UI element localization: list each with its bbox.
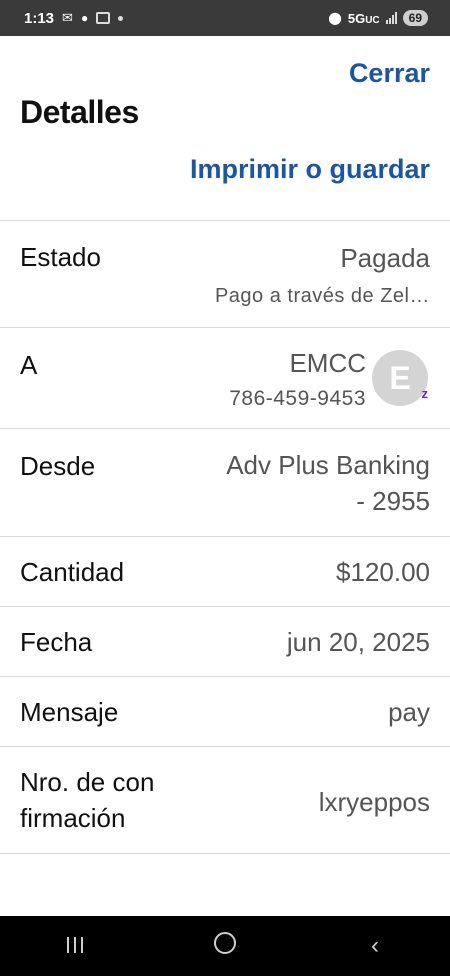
location-icon: ⬤ <box>328 11 342 25</box>
desde-value-line1: Adv Plus Banking <box>226 450 430 480</box>
fecha-label: Fecha <box>20 627 93 657</box>
desde-value-line2: - 2955 <box>356 486 430 516</box>
close-button[interactable]: Cerrar <box>349 58 430 89</box>
status-left: 1:13 ✉ ● <box>24 9 124 27</box>
status-bar: 1:13 ✉ ● ⬤ 5GUC 69 <box>0 0 450 36</box>
confirmacion-label-line1: Nro. de con <box>20 767 155 797</box>
network-indicator: 5GUC <box>348 11 380 26</box>
back-icon: ‹ <box>371 932 379 959</box>
detail-row-estado: Estado Pagada Pago a través de Zel… <box>0 220 450 327</box>
detail-row-desde: Desde Adv Plus Banking - 2955 <box>0 428 450 536</box>
recipient-phone: 786-459-9453 <box>229 387 366 410</box>
back-button[interactable]: ‹ <box>345 932 405 960</box>
estado-value: Pagada <box>340 243 430 273</box>
mensaje-label: Mensaje <box>20 697 119 727</box>
page-title: Detalles <box>20 94 139 130</box>
network-sub: UC <box>365 14 380 26</box>
zelle-badge-icon: z <box>421 386 429 401</box>
confirmacion-value: lxryeppos <box>318 787 430 817</box>
signal-icon <box>385 12 397 24</box>
detail-row-cantidad: Cantidad $120.00 <box>0 536 450 606</box>
dot-icon <box>118 15 124 21</box>
cantidad-label: Cantidad <box>20 557 125 587</box>
home-button[interactable] <box>195 931 255 961</box>
fecha-value: jun 20, 2025 <box>286 627 430 657</box>
recents-button[interactable] <box>45 932 105 960</box>
chat-icon: ● <box>80 11 89 25</box>
detail-row-recipient[interactable]: A EMCC 786-459-9453 E z <box>0 327 450 428</box>
status-right: ⬤ 5GUC 69 <box>328 10 428 26</box>
avatar: E <box>372 350 428 406</box>
mensaje-value: pay <box>388 697 430 727</box>
gmail-icon: ✉ <box>62 10 73 25</box>
recipient-label: A <box>20 350 38 380</box>
system-nav-bar: ‹ <box>0 916 450 976</box>
status-time: 1:13 <box>24 9 55 27</box>
battery-icon: 69 <box>402 10 428 26</box>
snapchat-icon <box>96 12 111 24</box>
home-icon <box>214 931 236 954</box>
cantidad-value: $120.00 <box>336 557 430 587</box>
recents-icon <box>67 937 83 953</box>
recipient-name: EMCC <box>289 348 366 378</box>
confirmacion-label-line2: firmación <box>20 803 126 833</box>
print-or-save-button[interactable]: Imprimir o guardar <box>190 154 430 185</box>
estado-label: Estado <box>20 242 101 272</box>
details-list: Estado Pagada Pago a través de Zel… A EM… <box>0 220 450 854</box>
detail-row-confirmacion: Nro. de con firmación lxryeppos <box>0 746 450 854</box>
desde-label: Desde <box>20 451 96 481</box>
network-type: 5G <box>347 10 366 26</box>
detail-row-fecha: Fecha jun 20, 2025 <box>0 606 450 676</box>
estado-sub: Pago a través de Zel… <box>214 285 430 307</box>
detail-row-mensaje: Mensaje pay <box>0 676 450 746</box>
